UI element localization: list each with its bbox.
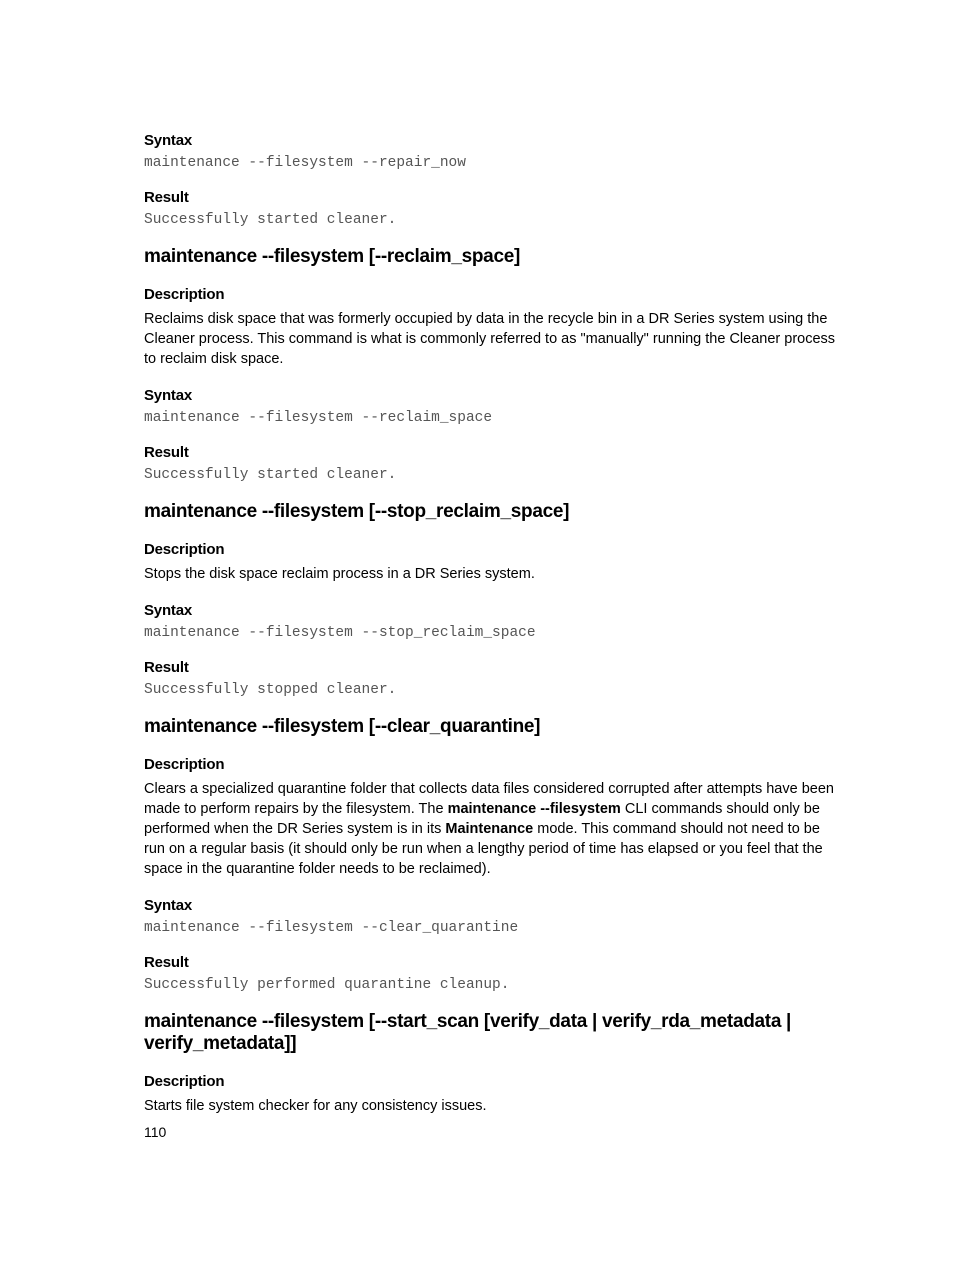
result-heading: Result: [144, 189, 844, 206]
page-number: 110: [144, 1124, 166, 1140]
syntax-heading: Syntax: [144, 602, 844, 619]
syntax-code: maintenance --filesystem --repair_now: [144, 155, 844, 171]
page-content: Syntax maintenance --filesystem --repair…: [0, 0, 954, 1194]
desc-bold: maintenance --filesystem: [448, 801, 621, 817]
syntax-code: maintenance --filesystem --reclaim_space: [144, 410, 844, 426]
result-code: Successfully started cleaner.: [144, 467, 844, 483]
description-heading: Description: [144, 286, 844, 303]
command-title: maintenance --filesystem [--clear_quaran…: [144, 716, 844, 738]
syntax-heading: Syntax: [144, 897, 844, 914]
command-title: maintenance --filesystem [--start_scan […: [144, 1011, 844, 1055]
description-text: Clears a specialized quarantine folder t…: [144, 779, 844, 879]
result-code: Successfully started cleaner.: [144, 212, 844, 228]
description-text: Reclaims disk space that was formerly oc…: [144, 309, 844, 369]
description-heading: Description: [144, 756, 844, 773]
description-text: Stops the disk space reclaim process in …: [144, 564, 844, 584]
description-heading: Description: [144, 1073, 844, 1090]
syntax-heading: Syntax: [144, 132, 844, 149]
result-heading: Result: [144, 659, 844, 676]
result-heading: Result: [144, 954, 844, 971]
desc-bold: Maintenance: [445, 821, 533, 837]
command-title: maintenance --filesystem [--reclaim_spac…: [144, 246, 844, 268]
description-heading: Description: [144, 541, 844, 558]
syntax-heading: Syntax: [144, 387, 844, 404]
result-code: Successfully performed quarantine cleanu…: [144, 977, 844, 993]
command-title: maintenance --filesystem [--stop_reclaim…: [144, 501, 844, 523]
syntax-code: maintenance --filesystem --clear_quarant…: [144, 920, 844, 936]
syntax-code: maintenance --filesystem --stop_reclaim_…: [144, 625, 844, 641]
description-text: Starts file system checker for any consi…: [144, 1096, 844, 1116]
result-code: Successfully stopped cleaner.: [144, 682, 844, 698]
result-heading: Result: [144, 444, 844, 461]
